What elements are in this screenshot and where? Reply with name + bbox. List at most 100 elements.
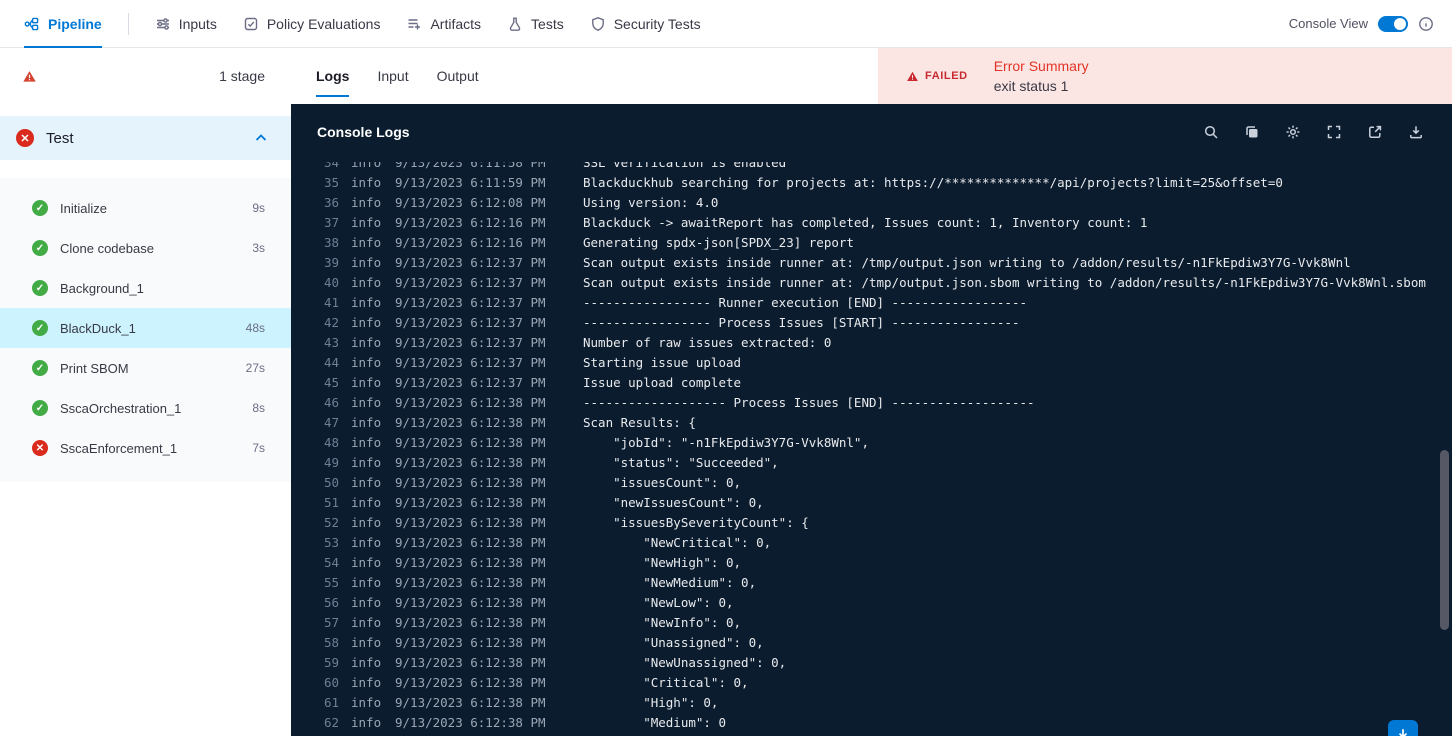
log-timestamp: 9/13/2023 6:12:38 PM	[395, 715, 546, 730]
line-number: 38	[323, 235, 339, 250]
top-tabs: Pipeline Inputs Policy Evaluations Artif…	[24, 0, 701, 48]
log-message: SSL verification is enabled	[583, 162, 787, 170]
line-number: 41	[323, 295, 339, 310]
step-item[interactable]: Background_1	[0, 268, 291, 308]
step-status-icon	[32, 440, 48, 456]
log-line: 34 info 9/13/2023 6:11:58 PM SSL verific…	[317, 162, 1436, 173]
log-tabs-row: Logs Input Output FAILED Error Summary e…	[291, 48, 1452, 104]
log-level: info	[351, 275, 382, 290]
step-item[interactable]: BlackDuck_1 48s	[0, 308, 291, 348]
log-line: 53 info 9/13/2023 6:12:38 PM "NewCritica…	[317, 533, 1436, 553]
log-message: "High": 0,	[583, 695, 719, 710]
tab-label: Tests	[531, 15, 564, 32]
log-line: 51 info 9/13/2023 6:12:38 PM "newIssuesC…	[317, 493, 1436, 513]
line-number: 53	[323, 535, 339, 550]
step-duration: 8s	[252, 401, 265, 415]
copy-icon[interactable]	[1244, 124, 1260, 140]
log-message: Issue upload complete	[583, 375, 742, 390]
step-status-icon	[32, 400, 48, 416]
tab-output[interactable]: Output	[437, 48, 479, 104]
line-number: 40	[323, 275, 339, 290]
step-item[interactable]: Print SBOM 27s	[0, 348, 291, 388]
step-item[interactable]: Initialize 9s	[0, 188, 291, 228]
tab-pipeline[interactable]: Pipeline	[24, 0, 102, 48]
step-duration: 9s	[252, 201, 265, 215]
stage-test[interactable]: Test	[0, 116, 291, 160]
log-line: 36 info 9/13/2023 6:12:08 PM Using versi…	[317, 193, 1436, 213]
step-item[interactable]: Clone codebase 3s	[0, 228, 291, 268]
log-level: info	[351, 675, 382, 690]
log-timestamp: 9/13/2023 6:12:16 PM	[395, 235, 546, 250]
line-number: 57	[323, 615, 339, 630]
error-summary-text: Error Summary exit status 1	[994, 58, 1089, 94]
log-timestamp: 9/13/2023 6:12:08 PM	[395, 195, 546, 210]
tab-security-tests[interactable]: Security Tests	[590, 0, 701, 47]
step-item[interactable]: SscaOrchestration_1 8s	[0, 388, 291, 428]
fullscreen-icon[interactable]	[1326, 124, 1342, 140]
log-level: info	[351, 175, 382, 190]
console-logs-panel: Console Logs 34 info 9/13/2023 6:11:58 P…	[291, 104, 1452, 736]
log-viewport[interactable]: 34 info 9/13/2023 6:11:58 PM SSL verific…	[291, 162, 1436, 736]
log-timestamp: 9/13/2023 6:12:37 PM	[395, 335, 546, 350]
tab-policy-evaluations[interactable]: Policy Evaluations	[243, 0, 380, 47]
chevron-up-icon[interactable]	[253, 130, 269, 146]
tab-logs[interactable]: Logs	[316, 48, 350, 104]
step-duration: 48s	[245, 321, 265, 335]
tab-input[interactable]: Input	[377, 48, 408, 104]
tab-inputs[interactable]: Inputs	[155, 0, 217, 47]
log-line: 52 info 9/13/2023 6:12:38 PM "issuesBySe…	[317, 513, 1436, 533]
download-icon[interactable]	[1408, 124, 1424, 140]
log-level: info	[351, 515, 382, 530]
log-line: 58 info 9/13/2023 6:12:38 PM "Unassigned…	[317, 633, 1436, 653]
log-timestamp: 9/13/2023 6:11:58 PM	[395, 162, 546, 170]
log-level: info	[351, 555, 382, 570]
scroll-to-bottom-button[interactable]	[1388, 720, 1418, 736]
open-in-new-icon[interactable]	[1367, 124, 1383, 140]
log-level: info	[351, 375, 382, 390]
log-level: info	[351, 415, 382, 430]
tab-label: Pipeline	[48, 15, 102, 32]
log-level: info	[351, 215, 382, 230]
log-timestamp: 9/13/2023 6:12:38 PM	[395, 495, 546, 510]
tab-tests[interactable]: Tests	[507, 0, 564, 47]
info-icon[interactable]	[1418, 16, 1434, 32]
flask-icon	[507, 16, 523, 32]
log-timestamp: 9/13/2023 6:12:38 PM	[395, 515, 546, 530]
log-level: info	[351, 475, 382, 490]
log-timestamp: 9/13/2023 6:12:38 PM	[395, 395, 546, 410]
step-status-icon	[32, 280, 48, 296]
log-level: info	[351, 535, 382, 550]
log-timestamp: 9/13/2023 6:12:38 PM	[395, 595, 546, 610]
log-line: 37 info 9/13/2023 6:12:16 PM Blackduck -…	[317, 213, 1436, 233]
policy-check-icon	[243, 16, 259, 32]
tab-artifacts[interactable]: Artifacts	[406, 0, 481, 47]
log-line: 60 info 9/13/2023 6:12:38 PM "Critical":…	[317, 673, 1436, 693]
search-icon[interactable]	[1203, 124, 1219, 140]
log-message: "Medium": 0	[583, 715, 726, 730]
line-number: 49	[323, 455, 339, 470]
step-name: BlackDuck_1	[60, 320, 136, 336]
log-level: info	[351, 635, 382, 650]
log-line: 35 info 9/13/2023 6:11:59 PM Blackduckhu…	[317, 173, 1436, 193]
console-scrollbar-thumb[interactable]	[1440, 450, 1449, 630]
pipeline-icon	[24, 16, 40, 32]
line-number: 34	[323, 162, 339, 170]
log-level: info	[351, 162, 382, 170]
log-timestamp: 9/13/2023 6:12:37 PM	[395, 275, 546, 290]
gear-icon[interactable]	[1285, 124, 1301, 140]
log-line: 40 info 9/13/2023 6:12:37 PM Scan output…	[317, 273, 1436, 293]
log-message: "NewMedium": 0,	[583, 575, 757, 590]
log-timestamp: 9/13/2023 6:12:38 PM	[395, 635, 546, 650]
console-scrollbar[interactable]	[1440, 162, 1449, 736]
log-timestamp: 9/13/2023 6:12:38 PM	[395, 415, 546, 430]
line-number: 50	[323, 475, 339, 490]
tab-divider	[127, 12, 129, 35]
log-line: 57 info 9/13/2023 6:12:38 PM "NewInfo": …	[317, 613, 1436, 633]
step-item[interactable]: SscaEnforcement_1 7s	[0, 428, 291, 468]
log-message: Starting issue upload	[583, 355, 742, 370]
log-timestamp: 9/13/2023 6:11:59 PM	[395, 175, 546, 190]
step-name: SscaEnforcement_1	[60, 440, 178, 456]
top-navigation: Pipeline Inputs Policy Evaluations Artif…	[0, 0, 1452, 48]
console-view-toggle[interactable]	[1378, 15, 1408, 32]
log-line: 45 info 9/13/2023 6:12:37 PM Issue uploa…	[317, 373, 1436, 393]
